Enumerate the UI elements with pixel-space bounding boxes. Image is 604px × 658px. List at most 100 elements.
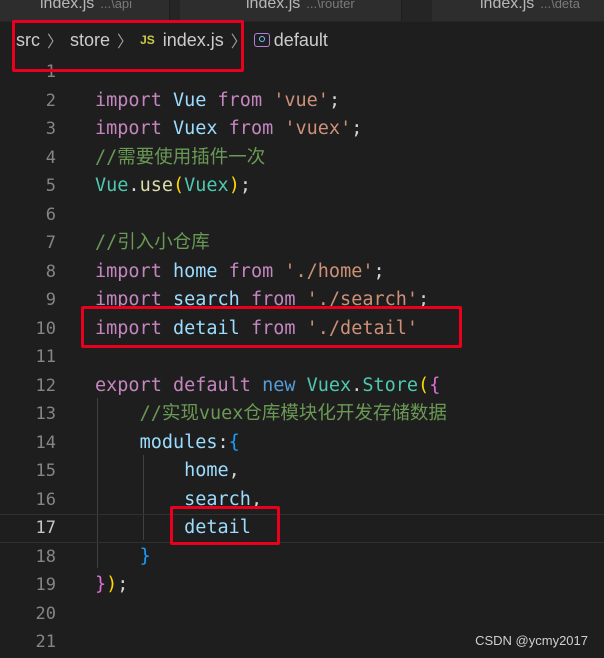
code-line[interactable]: 12 export default new Vuex.Store({ — [0, 372, 604, 401]
code-editor[interactable]: 1 2 import Vue from 'vue'; 3 import Vuex fro… — [0, 58, 604, 658]
line-number: 7 — [45, 233, 56, 253]
code-token: ; — [351, 118, 363, 139]
symbol-variable-icon — [253, 33, 270, 47]
code-token: ) — [228, 175, 240, 196]
code-line[interactable]: 2 import Vue from 'vue'; — [0, 87, 604, 116]
code-token: from — [228, 260, 274, 282]
code-token: Vue — [95, 175, 129, 196]
line-number: 12 — [35, 375, 56, 396]
code-line[interactable]: 4 //需要使用插件一次 — [0, 144, 604, 173]
line-number: 14 — [35, 432, 56, 453]
code-text: }); — [95, 571, 128, 600]
code-line[interactable]: 18 } — [0, 543, 604, 572]
code-token: modules — [139, 431, 218, 453]
code-token: home — [172, 260, 218, 282]
code-line[interactable]: 20 — [0, 600, 604, 629]
code-token: } — [139, 545, 151, 567]
code-line[interactable]: 13 //实现vuex仓库模块化开发存储数据 — [0, 400, 604, 429]
code-line[interactable]: 5 Vue.use(Vuex); — [0, 172, 604, 201]
line-number: 2 — [45, 90, 56, 111]
code-line[interactable]: 3 import Vuex from 'vuex'; — [0, 115, 604, 144]
code-line[interactable]: 7 //引入小仓库 — [0, 229, 604, 258]
editor-tab-strip: index.js ...\api index.js ...\router index… — [0, 0, 604, 22]
code-token: Vuex — [184, 175, 229, 196]
code-token: from — [228, 118, 274, 139]
watermark: CSDN @ycmy2017 — [475, 633, 588, 648]
code-token: . — [128, 175, 140, 196]
code-token: 'vuex' — [284, 118, 352, 139]
code-token: //需要使用插件一次 — [95, 146, 266, 168]
code-token: new — [262, 374, 296, 396]
code-token: { — [228, 431, 240, 453]
code-token: Store — [362, 374, 419, 396]
breadcrumb-highlight-box — [12, 20, 244, 72]
code-token: . — [351, 374, 363, 396]
code-token: //引入小仓库 — [95, 232, 210, 253]
code-token: ( — [172, 175, 185, 196]
code-line[interactable]: 8 import home from './home'; — [0, 258, 604, 287]
code-token: ; — [373, 260, 385, 282]
line-number: 17 — [35, 518, 56, 538]
code-text: export default new Vuex.Store({ — [95, 372, 440, 401]
code-line[interactable]: 15 home, — [0, 457, 604, 486]
code-token: import — [95, 118, 162, 139]
tab-label: index.js — [246, 0, 301, 12]
code-token: Vuex — [306, 374, 352, 396]
tab-detail-index[interactable]: index.js ...\deta — [432, 0, 604, 21]
code-token: { — [429, 374, 441, 396]
code-token: use — [139, 175, 173, 196]
line-number: 18 — [35, 546, 56, 567]
code-token: : — [217, 431, 229, 453]
code-text: home, — [95, 457, 240, 486]
tab-api-index[interactable]: index.js ...\api — [0, 0, 170, 21]
line-number: 8 — [45, 261, 56, 282]
code-text: modules:{ — [95, 429, 240, 458]
code-token: './home' — [284, 260, 374, 282]
line-number: 11 — [35, 347, 56, 367]
line-number: 10 — [35, 318, 56, 339]
code-line[interactable]: 17 detail — [0, 514, 604, 543]
breadcrumb-item-symbol[interactable]: default — [274, 30, 328, 51]
code-token: , — [228, 460, 240, 481]
code-token: ) — [106, 574, 118, 595]
tab-path: ...\deta — [540, 0, 580, 11]
line-number: 21 — [35, 632, 56, 652]
tab-router-index[interactable]: index.js ...\router — [180, 0, 402, 21]
line-number: 9 — [45, 290, 56, 310]
line-number: 6 — [45, 204, 56, 225]
code-token: default — [172, 374, 251, 396]
line-number: 3 — [45, 119, 56, 139]
code-token: import — [95, 89, 162, 111]
line-number: 4 — [45, 147, 56, 168]
code-token: } — [95, 574, 107, 595]
code-token: home — [184, 460, 229, 481]
line-number: 20 — [35, 603, 56, 624]
code-token: ; — [328, 89, 341, 111]
code-line[interactable]: 16 search, — [0, 486, 604, 515]
line-number: 19 — [35, 575, 56, 595]
code-token: from — [217, 89, 263, 111]
tab-label: index.js — [40, 0, 95, 12]
code-text: //引入小仓库 — [95, 229, 210, 258]
code-token: ; — [239, 175, 251, 196]
code-line[interactable]: 6 — [0, 201, 604, 230]
code-token: import — [95, 260, 162, 282]
code-text: Vue.use(Vuex); — [95, 172, 251, 201]
code-text: import Vuex from 'vuex'; — [95, 115, 362, 144]
module-detail-highlight-box — [170, 506, 280, 545]
code-line[interactable]: 14 modules:{ — [0, 429, 604, 458]
code-line[interactable]: 19}); — [0, 571, 604, 600]
line-number: 15 — [35, 461, 56, 481]
code-text: //需要使用插件一次 — [95, 144, 265, 173]
code-text: import Vue from 'vue'; — [95, 87, 340, 116]
